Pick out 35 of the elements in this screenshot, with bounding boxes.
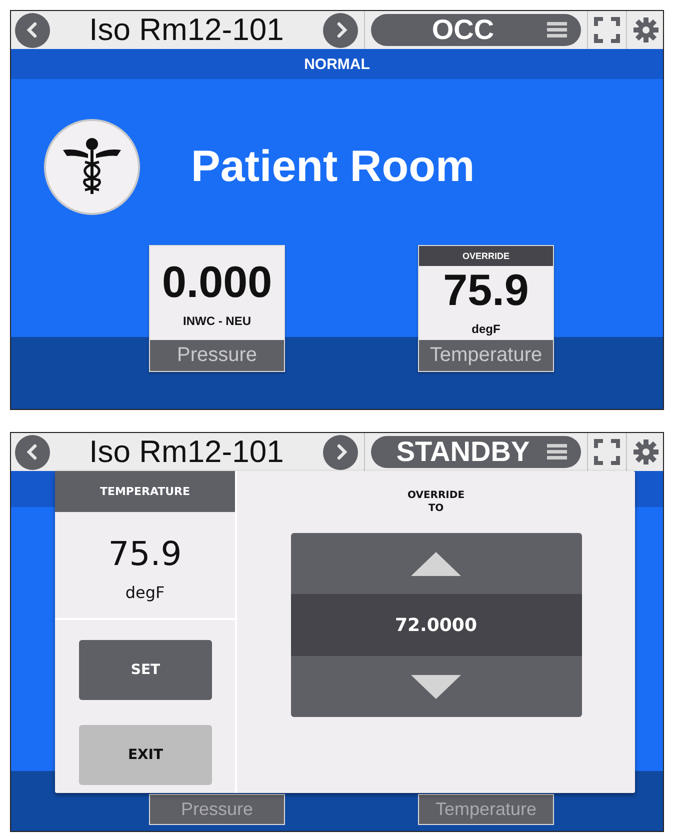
override-badge: OVERRIDE (419, 246, 553, 266)
triangle-up-icon (410, 550, 462, 576)
tile-label: Pressure (150, 340, 284, 372)
previous-button[interactable] (15, 434, 50, 470)
caduceus-icon (43, 118, 141, 216)
current-value: 75.9 (108, 534, 182, 573)
tile-unit: degF (472, 322, 500, 336)
next-button[interactable] (323, 434, 358, 470)
triangle-down-icon (410, 674, 462, 700)
fullscreen-icon[interactable] (594, 17, 620, 43)
tile-label: Temperature (419, 340, 553, 372)
tile-unit: INWC - NEU (183, 314, 251, 328)
fullscreen-icon[interactable] (594, 439, 620, 465)
set-button[interactable]: SET (79, 640, 212, 700)
previous-button[interactable] (15, 12, 50, 48)
tile-value: 75.9 (443, 268, 529, 314)
sensor-tile[interactable]: 0.000 INWC - NEU Pressure (149, 245, 285, 372)
room-title: Iso Rm12-101 (88, 12, 285, 48)
status-text: NORMAL (304, 56, 370, 72)
spinner-label: OVERRIDE TO (407, 489, 465, 515)
override-value[interactable]: 72.0000 (290, 594, 582, 656)
sensor-tile[interactable]: OVERRIDE 75.9 degF Temperature (418, 245, 554, 372)
menu-icon (547, 444, 567, 460)
room-title: Iso Rm12-101 (88, 434, 285, 470)
next-button[interactable] (323, 12, 358, 48)
settings-icon[interactable] (633, 17, 659, 43)
dialog-heading: TEMPERATURE (55, 471, 235, 512)
unit-label: degF (125, 583, 165, 602)
room-type-title: Patient Room (191, 142, 475, 192)
exit-button[interactable]: EXIT (79, 725, 212, 785)
mode-button[interactable]: STANDBY (371, 436, 581, 468)
mode-button[interactable]: OCC (371, 14, 581, 46)
settings-icon[interactable] (633, 439, 659, 465)
menu-icon (547, 22, 567, 38)
tile-value: 0.000 (162, 260, 272, 306)
